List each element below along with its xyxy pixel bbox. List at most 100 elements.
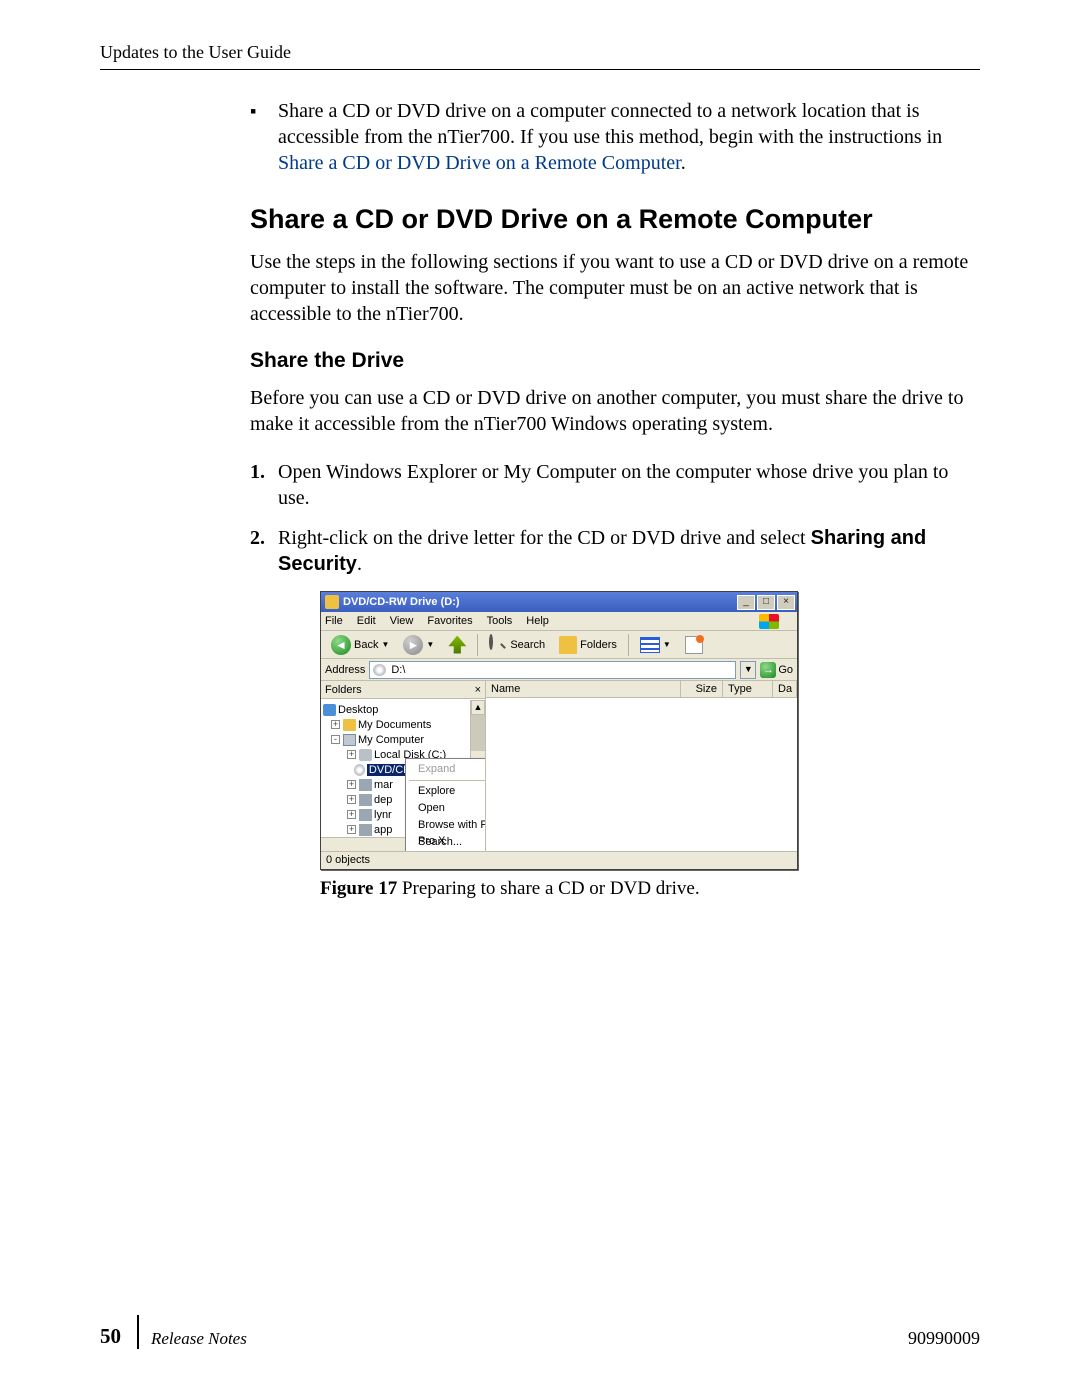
folder-tree[interactable]: Desktop +My Documents -My Computer +Loca… [321, 699, 485, 851]
collapse-icon[interactable]: - [331, 735, 340, 744]
titlebar[interactable]: DVD/CD-RW Drive (D:) _ □ × [321, 592, 797, 612]
toolbar: ◄ Back ▼ ► ▼ Search Folders [321, 631, 797, 659]
step2-pre: Right-click on the drive letter for the … [278, 527, 811, 549]
close-pane-icon[interactable]: × [475, 684, 481, 696]
folders-icon [559, 636, 577, 654]
back-button[interactable]: ◄ Back ▼ [325, 634, 395, 656]
expand-icon[interactable]: + [347, 825, 356, 834]
disk-icon [359, 749, 372, 761]
menu-edit[interactable]: Edit [357, 615, 376, 627]
menu-favorites[interactable]: Favorites [427, 615, 472, 627]
period: . [357, 553, 362, 575]
chevron-down-icon: ▼ [663, 640, 671, 649]
search-label: Search [510, 639, 545, 651]
step-1: 1. Open Windows Explorer or My Computer … [250, 459, 980, 511]
folders-button[interactable]: Folders [553, 634, 623, 656]
xref-link[interactable]: Share a CD or DVD Drive on a Remote Comp… [278, 152, 681, 174]
ctx-explore[interactable]: Explore [408, 783, 485, 800]
folders-title: Folders [325, 684, 362, 696]
folder-sync-icon [685, 636, 703, 654]
separator [409, 780, 485, 781]
go-label: Go [778, 664, 793, 676]
expand-icon[interactable]: + [347, 810, 356, 819]
address-value: D:\ [391, 664, 405, 676]
step-number: 1. [250, 459, 278, 511]
figure-caption: Figure 17 Preparing to share a CD or DVD… [320, 878, 980, 900]
intro-bullet: ▪ Share a CD or DVD drive on a computer … [250, 98, 980, 176]
tree-label: My Documents [358, 719, 431, 731]
ctx-search[interactable]: Search... [408, 834, 485, 851]
chevron-down-icon: ▼ [426, 640, 434, 649]
col-date[interactable]: Da [773, 681, 797, 697]
menu-file[interactable]: File [325, 615, 343, 627]
up-folder-icon [448, 636, 466, 654]
menu-help[interactable]: Help [526, 615, 549, 627]
expand-icon[interactable]: + [347, 780, 356, 789]
tree-desktop[interactable]: Desktop [323, 702, 485, 717]
address-input[interactable]: D:\ [369, 661, 736, 679]
back-arrow-icon: ◄ [331, 635, 351, 655]
step-2: 2. Right-click on the drive letter for t… [250, 525, 980, 577]
footer-title: Release Notes [151, 1329, 247, 1349]
maximize-button[interactable]: □ [757, 595, 775, 610]
column-headers[interactable]: Name Size Type Da [486, 681, 797, 698]
file-list-pane[interactable]: Name Size Type Da [486, 681, 797, 851]
scroll-thumb[interactable] [471, 715, 485, 751]
up-button[interactable] [442, 634, 472, 656]
menubar: File Edit View Favorites Tools Help [321, 612, 797, 631]
document-number: 90990009 [908, 1328, 980, 1349]
close-button[interactable]: × [777, 595, 795, 610]
computer-icon [343, 734, 356, 746]
page-footer: 50 Release Notes 90990009 [100, 1315, 980, 1349]
tree-label: dep [374, 794, 392, 806]
expand-icon[interactable]: + [347, 795, 356, 804]
minimize-button[interactable]: _ [737, 595, 755, 610]
tree-mydocs[interactable]: + My Documents [323, 717, 485, 732]
address-dropdown[interactable]: ▼ [740, 661, 756, 679]
folder-sync-button[interactable] [679, 634, 709, 656]
status-bar: 0 objects [321, 851, 797, 869]
explorer-window: DVD/CD-RW Drive (D:) _ □ × File Edit Vie… [320, 591, 798, 870]
scroll-up-icon[interactable]: ▲ [471, 700, 485, 715]
expand-icon[interactable]: + [347, 750, 356, 759]
tree-mycomp[interactable]: - My Computer [323, 732, 485, 747]
network-drive-icon [359, 824, 372, 836]
subsection-heading: Share the Drive [250, 349, 980, 373]
go-arrow-icon: → [760, 662, 776, 678]
folder-icon [325, 595, 339, 609]
search-icon [489, 636, 507, 654]
col-type[interactable]: Type [723, 681, 773, 697]
forward-button[interactable]: ► ▼ [397, 634, 440, 656]
expand-icon[interactable]: + [331, 720, 340, 729]
figure-label: Figure 17 [320, 878, 397, 899]
menu-tools[interactable]: Tools [487, 615, 513, 627]
folders-pane: Folders × Desktop + My Documents - My Comp… [321, 681, 486, 851]
col-size[interactable]: Size [681, 681, 723, 697]
menu-view[interactable]: View [390, 615, 414, 627]
footer-rule [137, 1315, 139, 1349]
tree-label: My Computer [358, 734, 424, 746]
desktop-icon [323, 704, 336, 716]
bullet-text: Share a CD or DVD drive on a computer co… [278, 98, 980, 176]
bullet-pre: Share a CD or DVD drive on a computer co… [278, 100, 942, 148]
windows-flag-icon [759, 614, 779, 629]
bullet-post: . [681, 152, 686, 174]
ctx-expand[interactable]: Expand [408, 761, 485, 778]
ctx-browse[interactable]: Browse with Paint Shop Pro X [408, 817, 485, 834]
figure-text: Preparing to share a CD or DVD drive. [397, 878, 699, 899]
ctx-open[interactable]: Open [408, 800, 485, 817]
search-button[interactable]: Search [483, 634, 551, 656]
network-drive-icon [359, 779, 372, 791]
window-title: DVD/CD-RW Drive (D:) [343, 596, 735, 608]
step-text: Right-click on the drive letter for the … [278, 525, 980, 577]
tree-label: lynr [374, 809, 392, 821]
col-name[interactable]: Name [486, 681, 681, 697]
network-drive-icon [359, 809, 372, 821]
bullet-marker: ▪ [250, 98, 278, 176]
chevron-down-icon: ▼ [381, 640, 389, 649]
go-button[interactable]: → Go [760, 662, 793, 678]
views-button[interactable]: ▼ [634, 634, 677, 656]
address-bar: Address D:\ ▼ → Go [321, 659, 797, 681]
step-number: 2. [250, 525, 278, 577]
tree-label: mar [374, 779, 393, 791]
